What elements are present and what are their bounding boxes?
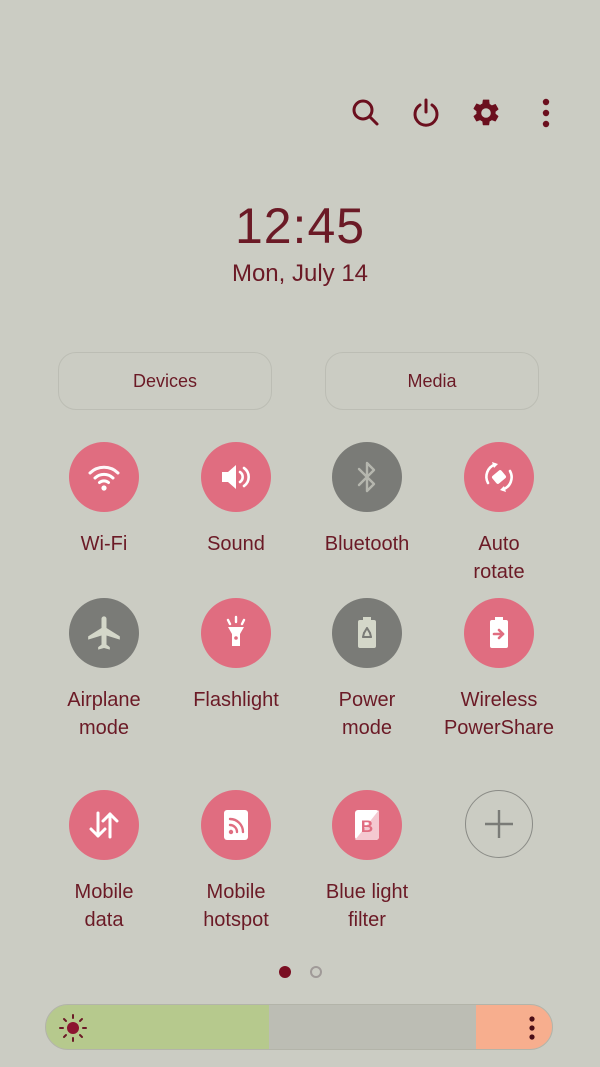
devices-label: Devices xyxy=(132,370,198,391)
page-dot-1[interactable] xyxy=(278,966,291,978)
wifi-icon xyxy=(88,465,120,491)
mobile-hotspot-icon xyxy=(224,810,248,840)
brightness-icon xyxy=(59,1014,87,1042)
bluetooth-toggle[interactable] xyxy=(332,442,402,512)
tile-mobile-hotspot[interactable]: Mobile hotspot xyxy=(170,790,302,934)
power-icon xyxy=(413,98,439,127)
auto-rotate-toggle[interactable] xyxy=(464,442,534,512)
tile-blue-light-filter[interactable]: B Blue light filter xyxy=(301,790,433,934)
mobile-data-icon xyxy=(89,811,119,839)
search-button[interactable] xyxy=(344,88,388,138)
page-dot-2[interactable] xyxy=(309,966,322,978)
sound-toggle[interactable] xyxy=(201,442,271,512)
tile-label: Airplane mode xyxy=(67,689,141,739)
sound-icon xyxy=(222,465,250,489)
flashlight-toggle[interactable] xyxy=(201,598,271,668)
mobile-data-toggle[interactable] xyxy=(69,790,139,860)
tile-label: Wi-Fi xyxy=(80,533,128,555)
brightness-options-button[interactable] xyxy=(522,1013,542,1043)
page-indicator xyxy=(0,966,600,978)
tile-power-mode[interactable]: Power mode xyxy=(301,598,433,742)
tile-label: Flashlight xyxy=(193,689,279,711)
tile-wifi[interactable]: Wi-Fi xyxy=(38,442,170,558)
blue-light-filter-icon: B xyxy=(355,810,379,840)
wifi-toggle[interactable] xyxy=(69,442,139,512)
more-options-icon xyxy=(542,98,550,128)
tile-wireless-powershare[interactable]: Wireless PowerShare xyxy=(433,598,565,742)
auto-rotate-icon xyxy=(485,462,513,492)
tile-label: Power mode xyxy=(338,689,396,739)
tile-label: Mobile hotspot xyxy=(203,881,269,931)
tile-mobile-data[interactable]: Mobile data xyxy=(38,790,170,934)
bluetooth-icon xyxy=(357,461,376,493)
more-options-icon xyxy=(529,1016,535,1040)
search-icon xyxy=(352,99,379,126)
blue-light-filter-toggle[interactable]: B xyxy=(332,790,402,860)
wireless-powershare-toggle[interactable] xyxy=(464,598,534,668)
flashlight-icon xyxy=(226,615,246,646)
media-label: Media xyxy=(407,370,457,391)
settings-icon xyxy=(473,99,499,126)
tile-flashlight[interactable]: Flashlight xyxy=(170,598,302,714)
tile-label: Bluetooth xyxy=(324,533,410,555)
add-tile-button[interactable] xyxy=(465,790,533,858)
tile-label: Sound xyxy=(207,533,265,555)
wireless-powershare-icon xyxy=(490,617,508,648)
tile-label: Auto rotate xyxy=(473,533,525,583)
clock-time[interactable]: 12:45 xyxy=(0,196,600,256)
power-mode-toggle[interactable] xyxy=(332,598,402,668)
settings-button[interactable] xyxy=(464,88,508,138)
tile-add[interactable] xyxy=(433,790,565,858)
add-icon xyxy=(485,810,513,838)
more-options-button[interactable] xyxy=(524,88,568,138)
tile-label: Mobile data xyxy=(74,881,134,931)
power-mode-icon xyxy=(358,617,376,648)
svg-text:B: B xyxy=(361,817,373,836)
tile-airplane-mode[interactable]: Airplane mode xyxy=(38,598,170,742)
tile-auto-rotate[interactable]: Auto rotate xyxy=(433,442,565,586)
tile-label: Blue light filter xyxy=(325,881,409,931)
mobile-hotspot-toggle[interactable] xyxy=(201,790,271,860)
media-button[interactable]: Media xyxy=(325,352,539,410)
brightness-slider[interactable] xyxy=(45,1004,553,1050)
tile-bluetooth[interactable]: Bluetooth xyxy=(301,442,433,558)
airplane-icon xyxy=(88,616,120,650)
devices-button[interactable]: Devices xyxy=(58,352,272,410)
power-button[interactable] xyxy=(404,88,448,138)
tile-label: Wireless PowerShare xyxy=(443,689,555,739)
tile-sound[interactable]: Sound xyxy=(170,442,302,558)
airplane-mode-toggle[interactable] xyxy=(69,598,139,668)
header-actions xyxy=(0,88,600,138)
clock-date[interactable]: Mon, July 14 xyxy=(0,258,600,290)
